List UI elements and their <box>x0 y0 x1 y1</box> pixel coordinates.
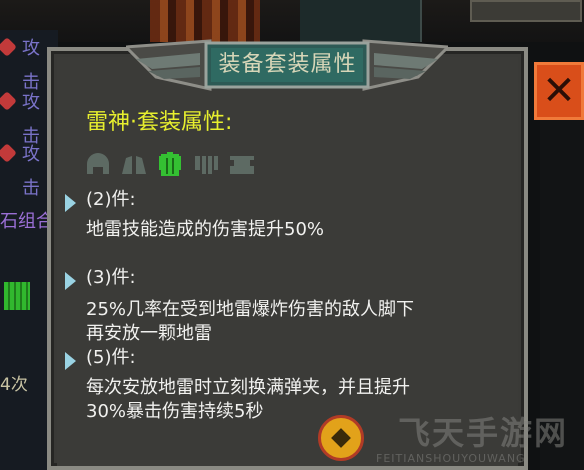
bonus-description-line: 每次安放地雷时立刻换满弹夹，并且提升 <box>86 377 410 398</box>
set-piece-icons <box>84 146 256 178</box>
bonus-count-3: (3)件: <box>86 267 136 288</box>
close-icon: ✕ <box>542 68 576 114</box>
helmet-icon <box>84 150 112 178</box>
close-button[interactable]: ✕ <box>534 62 584 120</box>
bonus-description-line: 再安放一颗地雷 <box>86 323 212 344</box>
watermark-subtext: FEITIANSHOUYOUWANG <box>376 452 526 465</box>
gloves-icon <box>192 150 220 178</box>
armor-icon <box>4 282 30 310</box>
background-item-art <box>150 0 260 42</box>
watermark-coin-icon <box>318 415 364 461</box>
bonus-description-line: 30%暴击伤害持续5秒 <box>86 401 264 422</box>
set-name: 雷神·套装属性: <box>86 110 233 135</box>
bonus-description-line: 25%几率在受到地雷爆炸伤害的敌人脚下 <box>86 299 415 320</box>
bonus-description-line: 地雷技能造成的伤害提升50% <box>86 219 325 240</box>
tooltip-title-banner: 装备套装属性 <box>126 37 448 93</box>
bonus-count-5: (5)件: <box>86 347 136 368</box>
armor-icon <box>156 150 184 178</box>
boots-icon <box>228 150 256 178</box>
watermark-text: 飞天手游网 <box>398 414 569 452</box>
bonus-marker-icon <box>65 352 76 370</box>
shoulder-icon <box>120 150 148 178</box>
bonus-marker-icon <box>65 194 76 212</box>
background-slot-box <box>470 0 582 22</box>
bonus-count-2: (2)件: <box>86 189 136 210</box>
background-item-slot <box>300 0 422 42</box>
bonus-marker-icon <box>65 272 76 290</box>
tooltip-title: 装备套装属性 <box>218 52 357 77</box>
